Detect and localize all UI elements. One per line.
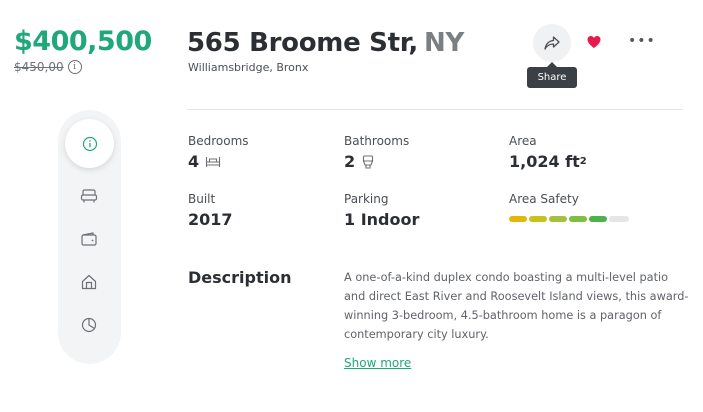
area-safety-label: Area Safety (509, 192, 579, 206)
area-safety-segment (509, 216, 527, 222)
built-value: 2017 (188, 210, 233, 229)
area-label: Area (509, 134, 537, 148)
area-safety-segment (529, 216, 547, 222)
nav-item-sofa[interactable] (79, 186, 99, 206)
info-icon[interactable]: i (67, 60, 82, 74)
bathrooms-label: Bathrooms (344, 134, 410, 148)
nav-item-home[interactable] (79, 272, 99, 292)
share-tooltip: Share (527, 62, 577, 88)
description-text: A one-of-a-kind duplex condo boasting a … (344, 271, 689, 341)
bathrooms-value: 2 (344, 152, 356, 171)
share-button[interactable] (533, 24, 571, 62)
nav-item-info[interactable] (65, 119, 114, 168)
bed-icon (206, 156, 221, 167)
more-icon[interactable]: ••• (628, 33, 656, 49)
listing-state: NY (424, 28, 464, 58)
area-unit-superscript: 2 (579, 156, 587, 167)
built-label: Built (188, 192, 216, 206)
bedrooms-label: Bedrooms (188, 134, 249, 148)
area-safety-segment (589, 216, 607, 222)
home-icon (81, 274, 97, 290)
nav-item-pie-chart[interactable] (79, 315, 99, 335)
listing-neighborhood: Williamsbridge, Bronx (188, 61, 309, 74)
area-safety-segment (549, 216, 567, 222)
show-more-link[interactable]: Show more (344, 356, 411, 370)
header-divider (187, 109, 683, 110)
parking-value: 1 Indoor (344, 210, 420, 229)
listing-street: 565 Broome Str, (187, 28, 418, 58)
bedrooms-value-row: 4 (188, 152, 221, 171)
share-icon (544, 36, 560, 50)
current-price: $400,500 (14, 26, 152, 57)
area-safety-segment (609, 216, 629, 222)
area-value-row: 1,024 ft 2 (509, 152, 587, 171)
sofa-icon (80, 189, 98, 203)
wallet-icon (81, 232, 97, 246)
area-value: 1,024 ft (509, 152, 580, 171)
area-safety-meter (509, 216, 629, 222)
toilet-icon (362, 154, 374, 169)
bathrooms-value-row: 2 (344, 152, 375, 171)
area-safety-segment (569, 216, 587, 222)
previous-price: $450,00 (14, 60, 64, 74)
bedrooms-value: 4 (188, 152, 200, 171)
info-icon (82, 136, 97, 151)
parking-label: Parking (344, 192, 389, 206)
listing-title: 565 Broome Str, NY (187, 28, 464, 58)
pie-chart-icon (81, 317, 97, 333)
description-heading: Description (188, 268, 292, 287)
heart-icon[interactable] (586, 34, 602, 50)
nav-item-wallet[interactable] (79, 229, 99, 249)
previous-price-row: $450,00 i (14, 60, 82, 74)
